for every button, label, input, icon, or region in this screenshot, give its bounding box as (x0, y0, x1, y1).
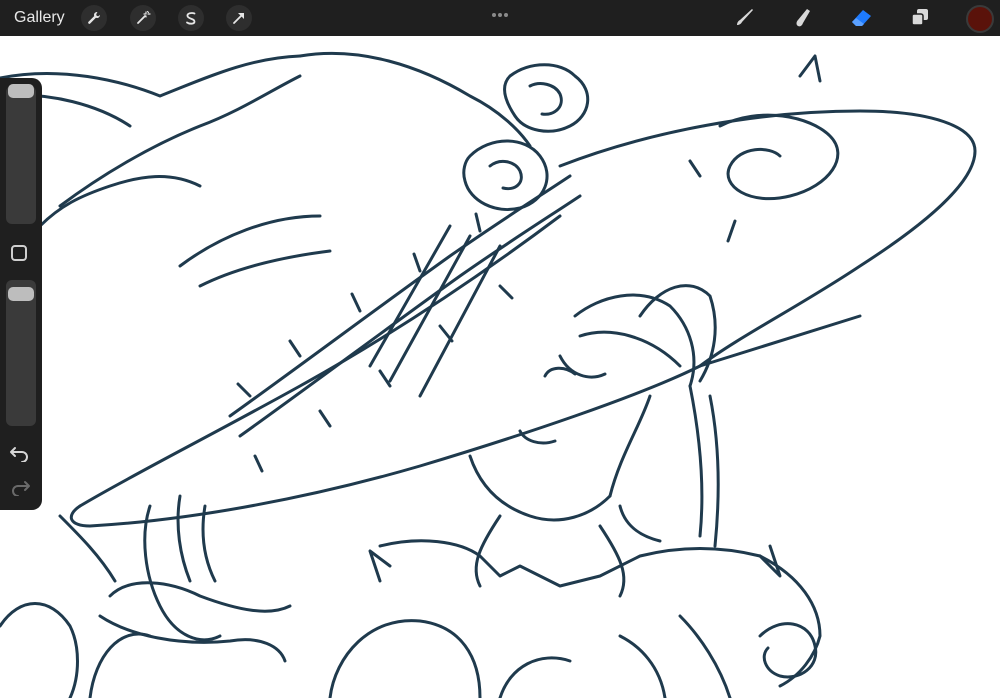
smudge-icon (791, 5, 815, 34)
opacity-thumb[interactable] (8, 287, 34, 301)
magic-wand-icon (135, 10, 151, 26)
smudge-tool[interactable] (790, 6, 816, 32)
actions-button[interactable] (81, 5, 107, 31)
transform-arrow-icon (231, 10, 247, 26)
transform-button[interactable] (226, 5, 252, 31)
selection-icon (183, 10, 199, 26)
brush-size-thumb[interactable] (8, 84, 34, 98)
layers-button[interactable] (907, 6, 933, 32)
selection-button[interactable] (178, 5, 204, 31)
more-options-icon[interactable] (490, 6, 510, 24)
modify-square-button[interactable] (11, 245, 27, 261)
left-sidebar (0, 78, 42, 510)
color-swatch[interactable] (966, 5, 994, 33)
brush-icon (733, 5, 757, 34)
gallery-button[interactable]: Gallery (14, 9, 65, 27)
undo-icon[interactable] (9, 444, 31, 467)
lineart-illustration (0, 51, 977, 698)
drawing-canvas[interactable] (0, 36, 1000, 698)
layers-icon (908, 5, 932, 34)
opacity-slider[interactable] (6, 280, 36, 426)
adjustments-button[interactable] (130, 5, 156, 31)
redo-icon[interactable] (9, 478, 31, 501)
eraser-icon (849, 5, 875, 34)
brush-tool[interactable] (732, 6, 758, 32)
brush-size-slider[interactable] (6, 84, 36, 224)
top-toolbar: Gallery (0, 0, 1000, 36)
eraser-tool[interactable] (849, 6, 875, 32)
wrench-icon (86, 10, 102, 26)
